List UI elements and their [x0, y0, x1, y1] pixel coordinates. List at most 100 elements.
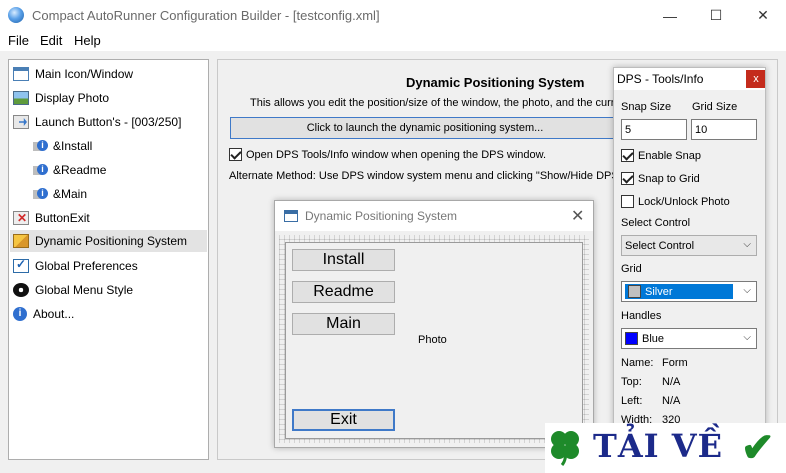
- snap-to-grid-label: Snap to Grid: [638, 172, 700, 185]
- lock-photo-row[interactable]: Lock/Unlock Photo: [621, 195, 730, 208]
- grid-color-selection: Silver: [625, 284, 733, 299]
- dps-install-button[interactable]: Install: [292, 249, 395, 271]
- dps-photo-label: Photo: [418, 334, 447, 346]
- handles-color-swatch: [625, 332, 638, 345]
- grid-color-value: Silver: [645, 285, 673, 298]
- window-icon: [13, 67, 29, 81]
- tree-item-label: Main Icon/Window: [35, 67, 134, 81]
- tree-item-global-preferences[interactable]: Global Preferences: [13, 255, 138, 277]
- menu-style-icon: [13, 283, 29, 297]
- snap-size-label: Snap Size: [621, 101, 672, 113]
- menu-edit[interactable]: Edit: [40, 33, 62, 48]
- tree-item-label: Display Photo: [35, 91, 110, 105]
- chevron-down-icon: ⌵: [743, 332, 751, 343]
- watermark-text: TẢI VỀ: [593, 427, 723, 465]
- tools-titlebar[interactable]: DPS - Tools/Info x: [614, 68, 765, 90]
- launch-dps-button[interactable]: Click to launch the dynamic positioning …: [230, 117, 620, 139]
- enable-snap-label: Enable Snap: [638, 149, 701, 162]
- open-tools-checkbox-label: Open DPS Tools/Info window when opening …: [246, 148, 547, 161]
- chevron-down-icon: ⌵: [743, 239, 751, 250]
- tree-item-label: About...: [33, 307, 75, 321]
- tree-item-readme[interactable]: &Readme: [33, 159, 106, 181]
- snap-size-input[interactable]: [621, 119, 687, 140]
- dps-icon: [13, 234, 29, 248]
- enable-snap-row[interactable]: Enable Snap: [621, 149, 701, 162]
- dps-exit-button[interactable]: Exit: [292, 409, 395, 431]
- grid-color-label: Grid: [621, 263, 642, 275]
- tree-item-install[interactable]: &Install: [33, 135, 92, 157]
- tree-item-dynamic-positioning-system[interactable]: Dynamic Positioning System: [10, 230, 207, 252]
- info-icon: [33, 187, 48, 201]
- open-tools-checkbox[interactable]: [229, 148, 242, 161]
- navigation-tree[interactable]: Main Icon/Window Display Photo Launch Bu…: [8, 59, 209, 460]
- tree-item-label: Launch Button's - [003/250]: [35, 115, 182, 129]
- dps-window-titlebar[interactable]: Dynamic Positioning System ✕: [275, 201, 593, 231]
- tools-title: DPS - Tools/Info: [617, 72, 704, 86]
- tree-item-label: &Readme: [53, 163, 107, 177]
- about-icon: i: [13, 307, 27, 321]
- tree-item-label: Global Menu Style: [35, 283, 134, 297]
- info-row-left: Left: N/A: [621, 395, 681, 407]
- handles-color-value: Blue: [642, 332, 665, 345]
- grid-color-swatch: [628, 285, 641, 298]
- dps-window-title: Dynamic Positioning System: [305, 209, 458, 223]
- enable-snap-checkbox[interactable]: [621, 149, 634, 162]
- grid-size-input[interactable]: [691, 119, 757, 140]
- panel-title: Dynamic Positioning System: [406, 75, 585, 90]
- select-control-dropdown[interactable]: Select Control ⌵: [621, 235, 757, 256]
- tools-close-button[interactable]: x: [746, 70, 765, 88]
- close-button[interactable]: ✕: [740, 0, 786, 31]
- menu-bar: File Edit Help: [0, 31, 786, 51]
- app-icon: [8, 7, 24, 23]
- minimize-button[interactable]: —: [647, 0, 693, 31]
- tree-item-main-icon-window[interactable]: Main Icon/Window: [13, 63, 133, 85]
- info-row-name: Name: Form: [621, 357, 688, 369]
- tree-item-label: Global Preferences: [35, 259, 138, 273]
- handles-color-label: Handles: [621, 310, 662, 322]
- select-control-label: Select Control: [621, 217, 691, 229]
- tree-item-label: &Main: [53, 187, 88, 201]
- tree-item-label: &Install: [53, 139, 93, 153]
- tree-item-display-photo[interactable]: Display Photo: [13, 87, 109, 109]
- info-icon: [33, 139, 48, 153]
- window-title: Compact AutoRunner Configuration Builder…: [32, 8, 380, 23]
- tree-item-label: ButtonExit: [35, 211, 90, 225]
- dps-main-button[interactable]: Main: [292, 313, 395, 335]
- dps-window-icon: [284, 210, 298, 222]
- info-row-top: Top: N/A: [621, 376, 681, 388]
- tree-item-main[interactable]: &Main: [33, 183, 87, 205]
- tree-item-about[interactable]: i About...: [13, 303, 74, 325]
- chevron-down-icon: ⌵: [743, 285, 751, 296]
- lock-photo-checkbox[interactable]: [621, 195, 634, 208]
- watermark: TẢI VỀ ✔: [545, 423, 786, 473]
- select-control-value: Select Control: [625, 239, 695, 252]
- preferences-icon: [13, 257, 29, 273]
- dps-tools-window[interactable]: DPS - Tools/Info x Snap Size Grid Size E…: [613, 67, 766, 460]
- clover-icon: [551, 431, 579, 466]
- grid-color-dropdown[interactable]: Silver ⌵: [621, 281, 757, 302]
- maximize-button[interactable]: ☐: [693, 0, 739, 31]
- panel-description: This allows you edit the position/size o…: [250, 97, 615, 109]
- snap-to-grid-checkbox[interactable]: [621, 172, 634, 185]
- menu-help[interactable]: Help: [74, 33, 101, 48]
- snap-to-grid-row[interactable]: Snap to Grid: [621, 172, 700, 185]
- lock-photo-label: Lock/Unlock Photo: [638, 195, 730, 208]
- checkmark-icon: ✔: [741, 426, 775, 470]
- info-icon: [33, 163, 48, 177]
- title-bar: Compact AutoRunner Configuration Builder…: [0, 0, 786, 31]
- launch-buttons-icon: [13, 115, 29, 129]
- exit-icon: [13, 211, 29, 225]
- grid-size-label: Grid Size: [692, 101, 738, 113]
- tree-item-button-exit[interactable]: ButtonExit: [13, 207, 90, 229]
- handles-color-dropdown[interactable]: Blue ⌵: [621, 328, 757, 349]
- photo-icon: [13, 91, 29, 105]
- tree-item-launch-buttons[interactable]: Launch Button's - [003/250]: [13, 111, 181, 133]
- tree-item-label: Dynamic Positioning System: [35, 234, 188, 248]
- dps-window[interactable]: Dynamic Positioning System ✕ Install Rea…: [274, 200, 594, 448]
- tree-item-global-menu-style[interactable]: Global Menu Style: [13, 279, 133, 301]
- dps-readme-button[interactable]: Readme: [292, 281, 395, 303]
- menu-file[interactable]: File: [8, 33, 29, 48]
- open-tools-checkbox-row[interactable]: Open DPS Tools/Info window when opening …: [229, 148, 546, 161]
- dps-window-close-button[interactable]: ✕: [571, 206, 584, 226]
- alternate-method-text: Alternate Method: Use DPS window system …: [229, 170, 634, 182]
